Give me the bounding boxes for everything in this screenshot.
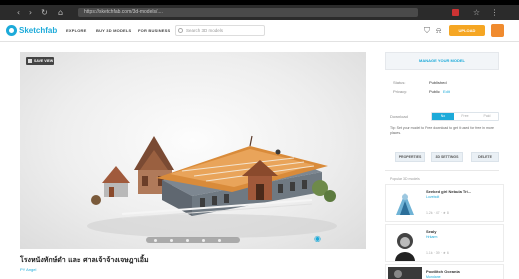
download-toggle[interactable]: No Free Paid [431,112,499,121]
download-option-free[interactable]: Free [454,113,476,120]
viewer-control-dot[interactable] [202,239,205,242]
model-render [87,135,337,238]
privacy-edit-link[interactable]: Edit [443,89,450,94]
related-model-card[interactable]: Seeked girl Nebula Tri... Lovebolt 1.2k … [385,184,504,222]
forward-icon[interactable]: › [26,8,35,17]
home-icon[interactable]: ⌂ [56,8,65,17]
search-input[interactable]: Search 3D models [175,25,265,36]
sketchfab-logo-icon[interactable] [6,25,17,36]
card-author[interactable]: Hrkarm [426,235,437,239]
download-option-paid[interactable]: Paid [476,113,498,120]
delete-button[interactable]: DELETE [471,152,499,162]
card-title[interactable]: Sealy [426,229,436,234]
status-label: Status: [393,80,406,85]
viewer-control-dot[interactable] [154,239,157,242]
nav-explore[interactable]: EXPLORE [66,28,87,33]
user-avatar[interactable] [491,24,504,37]
extension-icon[interactable] [452,9,459,16]
card-stats: 1.2k · 47 · ★ 8 [426,211,449,215]
model-thumbnail[interactable] [388,227,422,261]
upload-button[interactable]: UPLOAD [449,25,485,36]
model-author-link[interactable]: PY Angel [20,267,36,272]
reload-icon[interactable]: ↻ [40,8,49,17]
manage-model-button[interactable]: MANAGE YOUR MODEL [385,52,499,70]
viewer-controls-bar[interactable] [146,237,240,243]
logo-text[interactable]: Sketchfab [19,26,57,35]
model-title: โรงหนังทักษ์ดำ และ ศาลเจ้าจ้างเจษฎาเอิ้ม [20,256,149,264]
status-value: Published [429,80,447,85]
browser-toolbar: ‹ › ↻ ⌂ https://sketchfab.com/3d-models/… [0,5,519,20]
viewer-control-dot[interactable] [170,239,173,242]
divider [385,170,499,171]
viewer-control-dot[interactable] [186,239,189,242]
related-model-card[interactable]: Sealy Hrkarm 1.1k · 39 · ★ 6 [385,224,504,262]
properties-button[interactable]: PROPERTIES [395,152,425,162]
fullscreen-icon[interactable]: ◉ [314,235,322,243]
model-sidebar: MANAGE YOUR MODEL Status: Published Priv… [385,52,519,279]
card-stats: 1.1k · 39 · ★ 6 [426,251,449,255]
card-title[interactable]: Seeked girl Nebula Tri... [426,189,471,194]
address-bar[interactable]: https://sketchfab.com/3d-models/.... [78,8,418,17]
card-title[interactable]: Pootlitch Oceania [426,269,460,274]
card-author[interactable]: Mundane [426,275,441,279]
camera-icon [28,59,32,63]
viewer-control-dot[interactable] [218,239,221,242]
download-option-no[interactable]: No [432,113,454,120]
model-thumbnail[interactable] [388,267,422,279]
cart-icon[interactable]: ⛉ [424,26,430,36]
card-author[interactable]: Lovebolt [426,195,439,199]
popular-models-heading: Popular 3D models [390,177,420,181]
download-tip: Tip: Set your model to Free download to … [390,126,494,135]
nav-buy-3d-models[interactable]: BUY 3D MODELS [96,28,131,33]
model-thumbnail[interactable] [388,187,422,221]
privacy-label: Privacy: [393,89,408,94]
download-label: Download [390,114,408,119]
related-model-card[interactable]: Pootlitch Oceania Mundane [385,264,504,279]
3d-settings-button[interactable]: 3D SETTINGS [431,152,463,162]
browser-menu-icon[interactable]: ⋮ [490,8,499,17]
model-viewer[interactable]: SAVE VIEW ◉ [20,52,366,249]
bookmark-star-icon[interactable]: ☆ [472,8,481,17]
privacy-value: Public [429,89,440,94]
site-header: Sketchfab EXPLORE BUY 3D MODELS FOR BUSI… [0,20,519,42]
back-icon[interactable]: ‹ [14,8,23,17]
nav-for-business[interactable]: FOR BUSINESS [138,28,170,33]
notification-bell-icon[interactable]: ⍾ [436,26,441,36]
